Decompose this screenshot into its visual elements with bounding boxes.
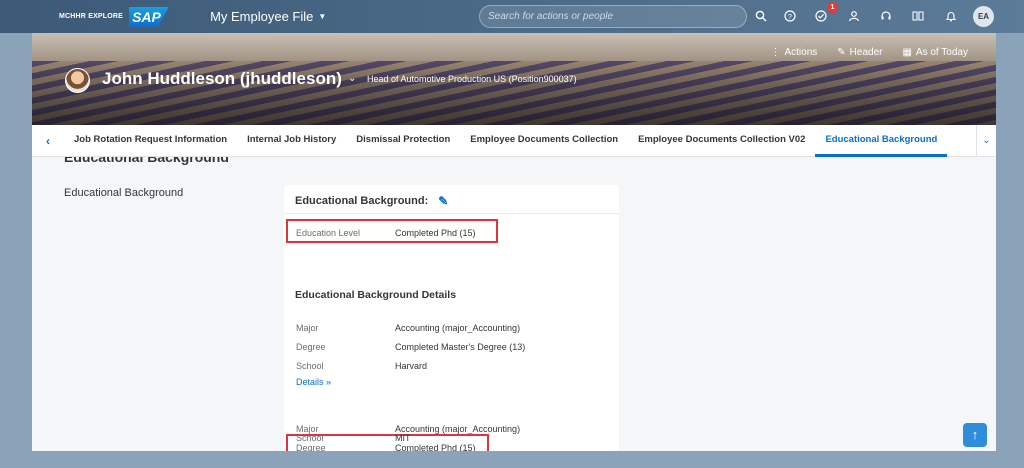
educational-background-card: Educational Background: ✎ Education Leve… (284, 185, 619, 451)
avatar[interactable] (65, 68, 90, 93)
calendar-icon: ▦ (902, 47, 912, 58)
list-item: School MIT (296, 433, 411, 443)
content-area: Educational Background Educational Backg… (32, 157, 996, 451)
people-icon[interactable] (846, 8, 862, 24)
field-value: Accounting (major_Accounting) (395, 323, 521, 333)
tab-dismissal-protection[interactable]: Dismissal Protection (346, 125, 460, 157)
section-heading: Educational Background (64, 157, 229, 165)
tab-job-rotation[interactable]: Job Rotation Request Information (64, 125, 237, 157)
person-name[interactable]: John Huddleson (jhuddleson) (102, 69, 342, 89)
as-of-today-button[interactable]: ▦ As of Today (902, 47, 968, 58)
highlight-box (286, 219, 498, 243)
bell-icon[interactable] (943, 8, 959, 24)
field-value: MIT (395, 433, 411, 443)
chevron-down-icon[interactable]: ⌄ (348, 73, 356, 84)
caret-down-icon: ▼ (318, 12, 327, 21)
field-value: Accounting (major_Accounting) (395, 424, 521, 434)
arrow-up-icon: ↑ (971, 427, 979, 442)
field-label: Major (296, 323, 319, 333)
tab-employee-documents-v02[interactable]: Employee Documents Collection V02 (628, 125, 815, 157)
tab-employee-documents[interactable]: Employee Documents Collection (460, 125, 628, 157)
position-title: Head of Automotive Production US (Positi… (367, 74, 577, 84)
search-input[interactable] (479, 5, 747, 28)
tab-internal-job-history[interactable]: Internal Job History (237, 125, 346, 157)
scroll-to-top-button[interactable]: ↑ (963, 423, 987, 447)
card-title-text: Educational Background: (295, 195, 429, 207)
as-of-label: As of Today (915, 47, 968, 58)
details-link[interactable]: Details » (296, 377, 331, 387)
pencil-icon: ✎ (837, 47, 846, 58)
employee-file-page: ⋮ Actions ✎ Header ▦ As of Today John Hu… (32, 33, 996, 451)
divider (284, 213, 619, 214)
chevron-left-icon[interactable]: ‹ (32, 134, 64, 148)
tab-educational-background[interactable]: Educational Background (815, 125, 948, 157)
header-label: Header (849, 47, 883, 58)
notification-badge: 1 (827, 2, 838, 13)
more-icon: ⋮ (770, 47, 781, 58)
brand-label: MCHHR EXPLORE (59, 13, 124, 20)
card-title: Educational Background: ✎ (295, 194, 448, 208)
edit-pencil-icon[interactable]: ✎ (438, 194, 448, 208)
chevron-down-icon[interactable]: ⌄ (976, 125, 996, 157)
list-item: Degree Completed Master's Degree (13) (296, 342, 525, 352)
field-label: School (296, 361, 324, 371)
list-item: School Harvard (296, 361, 427, 371)
list-item: Major Accounting (major_Accounting) (296, 323, 520, 333)
help-icon[interactable]: ? (782, 8, 798, 24)
app-title-menu[interactable]: My Employee File ▼ (210, 9, 326, 24)
svg-text:?: ? (788, 14, 792, 21)
details-heading: Educational Background Details (295, 289, 457, 301)
section-tabs: ‹ Job Rotation Request Information Inter… (32, 125, 996, 157)
header-actions: ⋮ Actions ✎ Header ▦ As of Today (770, 47, 968, 58)
actions-button[interactable]: ⋮ Actions (770, 47, 817, 58)
actions-label: Actions (784, 47, 818, 58)
chevron-double-down-icon: » (326, 377, 332, 387)
sap-logo[interactable]: SAP (129, 6, 170, 27)
details-label: Details (296, 377, 324, 387)
field-label: Degree (296, 342, 326, 352)
field-label: School (296, 433, 324, 443)
field-value: Completed Master's Degree (13) (395, 342, 526, 352)
app-title: My Employee File (210, 9, 314, 24)
search-icon[interactable] (753, 8, 769, 24)
headset-icon[interactable] (878, 8, 894, 24)
header-banner: ⋮ Actions ✎ Header ▦ As of Today John Hu… (32, 33, 996, 125)
user-avatar[interactable]: EA (973, 6, 994, 27)
book-icon[interactable] (910, 8, 926, 24)
header-button[interactable]: ✎ Header (837, 47, 882, 58)
todo-icon[interactable] (813, 8, 829, 24)
field-value: Harvard (395, 361, 428, 371)
section-label: Educational Background (64, 187, 184, 199)
